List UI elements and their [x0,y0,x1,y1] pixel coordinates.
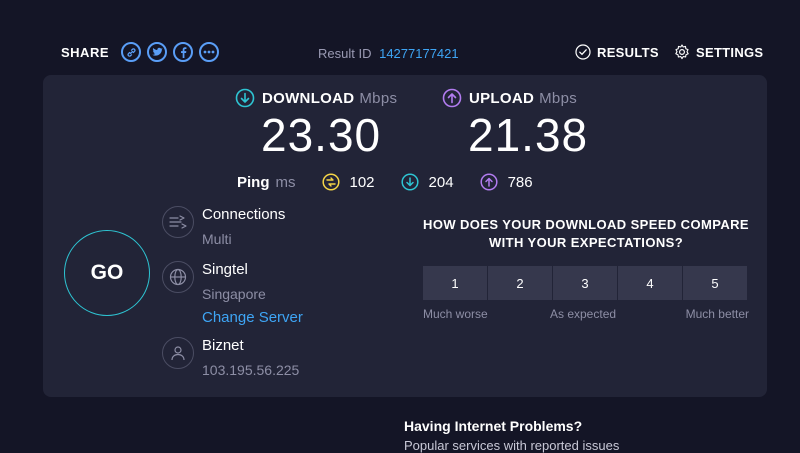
upload-speed-value: 21.38 [468,109,589,161]
download-unit: Mbps [359,89,398,107]
connections-title: Connections [202,206,286,223]
upload-label: UPLOAD [469,89,535,107]
ping-upload-value: 786 [507,173,533,191]
rating-scale: 1 2 3 4 5 [423,266,747,300]
provider-name: Biznet [202,337,244,354]
rating-label-low: Much worse [423,307,488,321]
result-id-value[interactable]: 14277177421 [379,46,459,61]
ping-download: 204 [400,173,454,191]
upload-arrow-icon [442,88,462,108]
settings-button[interactable]: SETTINGS [674,44,763,60]
results-label: RESULTS [597,44,659,60]
top-bar: SHARE Result ID 14277177421 RESULTS SETT… [0,0,800,75]
survey-question: HOW DOES YOUR DOWNLOAD SPEED COMPARE WIT… [421,216,751,252]
more-icon[interactable] [199,42,220,62]
ping-idle-value: 102 [349,173,375,191]
download-arrow-icon [235,88,255,108]
download-speed-value: 23.30 [261,109,382,161]
ping-unit: ms [275,173,296,191]
results-button[interactable]: RESULTS [575,44,659,60]
ping-upload: 786 [480,173,533,191]
go-button[interactable]: GO [64,230,150,316]
survey-question-line2: WITH YOUR EXPECTATIONS? [488,235,684,250]
download-latency-icon [400,173,419,191]
server-location: Singapore [202,286,266,302]
download-label: DOWNLOAD [262,89,355,107]
link-icon[interactable] [121,42,142,62]
connections-icon [162,206,194,238]
survey-question-line1: HOW DOES YOUR DOWNLOAD SPEED COMPARE [423,217,749,232]
result-id-label: Result ID [318,46,372,61]
server-name: Singtel [202,261,248,278]
upload-latency-icon [480,173,498,191]
rating-option-4[interactable]: 4 [618,266,682,300]
provider-info: Biznet 103.195.56.225 [162,336,299,380]
upload-unit: Mbps [539,89,578,107]
problems-heading: Having Internet Problems? [404,418,583,434]
result-id: Result ID 14277177421 [318,46,459,61]
upload-metric: UPLOAD Mbps 21.38 [442,88,588,160]
connections-value[interactable]: Multi [202,229,285,249]
settings-label: SETTINGS [696,44,764,60]
rating-label-mid: As expected [550,307,617,321]
globe-icon [162,261,194,293]
ping-download-value: 204 [428,173,454,191]
ping-idle: 102 [321,173,375,191]
rating-label-high: Much better [685,307,749,321]
connections-info: Connections Multi [162,205,285,249]
ping-label: Ping [237,173,270,191]
rating-option-3[interactable]: 3 [553,266,617,300]
user-icon [162,337,194,369]
share-label: SHARE [61,44,110,60]
problems-subtext: Popular services with reported issues [404,438,620,453]
results-panel: DOWNLOAD Mbps 23.30 UPLOAD Mbps 21.38 Pi… [43,75,767,397]
latency-icon [321,173,340,191]
provider-ip: 103.195.56.225 [202,362,300,378]
change-server-link[interactable]: Change Server [202,308,303,328]
facebook-icon[interactable] [173,42,194,62]
twitter-icon[interactable] [147,42,168,62]
gear-icon [675,44,689,60]
rating-option-1[interactable]: 1 [423,266,487,300]
ping-row: Ping ms 102 204 786 [237,173,559,191]
download-metric: DOWNLOAD Mbps 23.30 [235,88,397,160]
share-bar: SHARE [61,42,220,62]
rating-option-2[interactable]: 2 [488,266,552,300]
check-circle-icon [575,44,591,60]
rating-option-5[interactable]: 5 [683,266,747,300]
server-info: Singtel Singapore Change Server [162,260,303,328]
